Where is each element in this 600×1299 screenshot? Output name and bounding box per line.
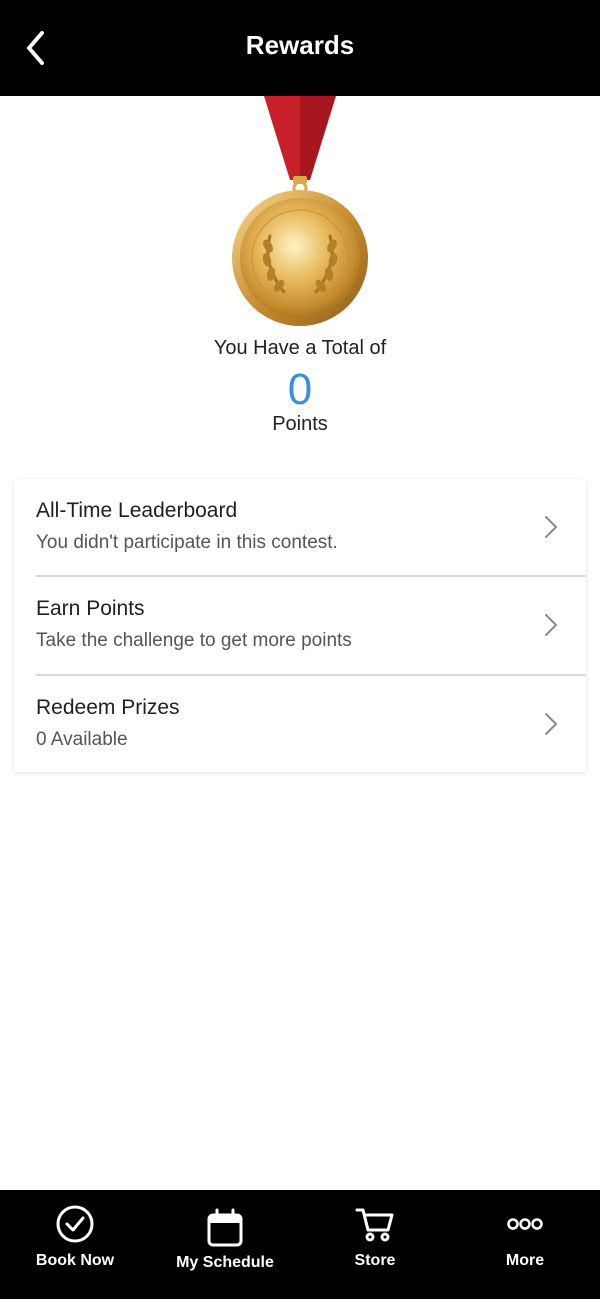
calendar-icon: [207, 1208, 243, 1247]
points-label: Points: [272, 413, 328, 435]
header-bar: Rewards: [0, 0, 600, 96]
chevron-right-icon: [545, 713, 557, 735]
row-title: Redeem Prizes: [36, 696, 180, 719]
tab-label: Store: [354, 1252, 396, 1269]
row-subtitle: 0 Available: [36, 729, 128, 750]
row-title: All-Time Leaderboard: [36, 499, 238, 522]
tab-label: Book Now: [35, 1252, 115, 1269]
points-value: 0: [287, 365, 313, 414]
row-title: Earn Points: [36, 597, 145, 620]
redeem-prizes-row[interactable]: Redeem Prizes 0 Available: [14, 676, 586, 773]
earn-points-row[interactable]: Earn Points Take the challenge to get mo…: [14, 577, 586, 674]
tab-label: My Schedule: [176, 1254, 274, 1271]
tab-book-now[interactable]: Book Now: [0, 1190, 150, 1299]
tab-label: More: [505, 1252, 545, 1269]
tab-my-schedule[interactable]: My Schedule: [150, 1190, 300, 1299]
total-label: You Have a Total of: [213, 337, 387, 359]
tab-store[interactable]: Store: [300, 1190, 450, 1299]
check-circle-icon: [56, 1205, 94, 1243]
rewards-menu: All-Time Leaderboard You didn't particip…: [14, 479, 586, 772]
page-title: Rewards: [245, 30, 355, 60]
bottom-tab-bar: Book Now My Schedule Store More: [0, 1190, 600, 1299]
row-subtitle: You didn't participate in this contest.: [36, 532, 338, 553]
tab-more[interactable]: More: [450, 1190, 600, 1299]
row-subtitle: Take the challenge to get more points: [36, 630, 352, 651]
more-dots-icon: [507, 1218, 543, 1230]
chevron-right-icon: [545, 516, 557, 538]
cart-icon: [355, 1208, 394, 1242]
gold-medal-icon: [200, 96, 400, 332]
chevron-right-icon: [545, 614, 557, 636]
leaderboard-row[interactable]: All-Time Leaderboard You didn't particip…: [14, 479, 586, 576]
